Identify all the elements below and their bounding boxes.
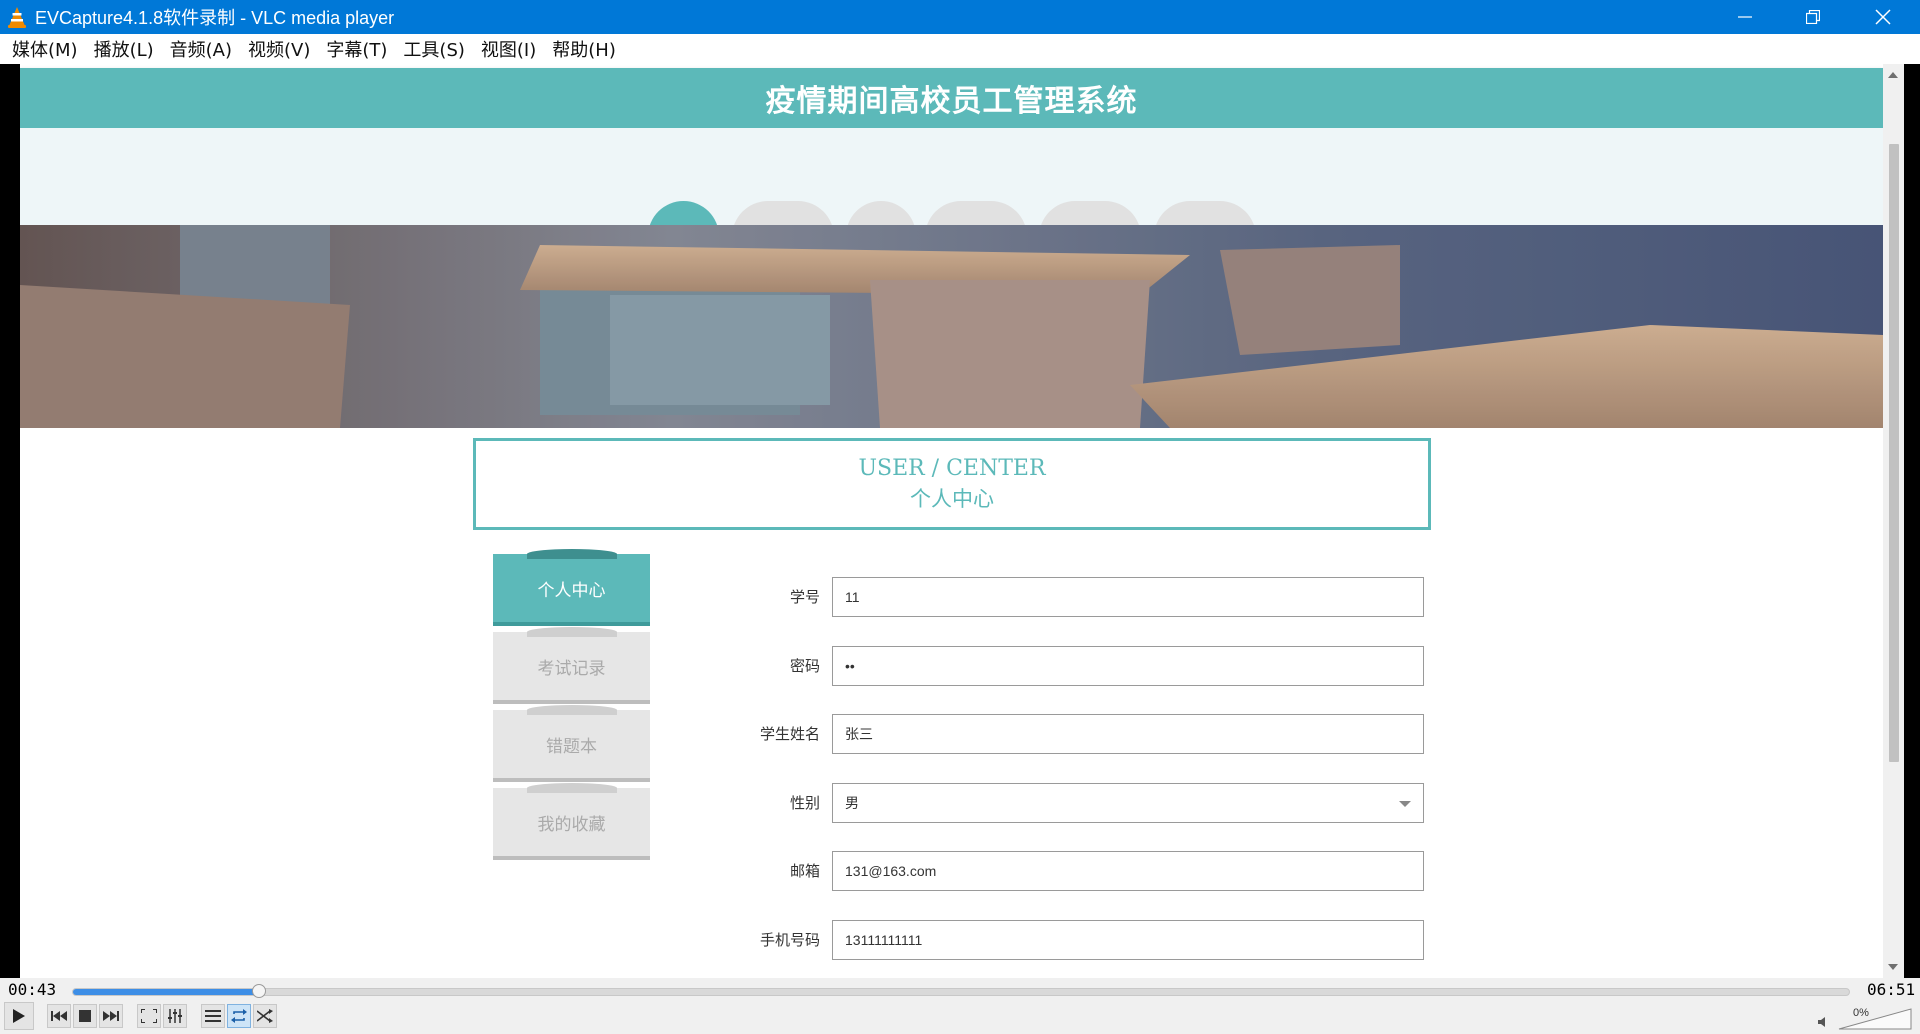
email-label: 邮箱 (789, 862, 820, 880)
minimize-icon (1738, 16, 1752, 18)
seek-handle[interactable] (251, 984, 266, 998)
stop-button[interactable] (73, 1004, 97, 1028)
scrollbar-thumb[interactable] (1889, 144, 1899, 762)
gender-select-value: 男 (845, 795, 859, 811)
menu-audio[interactable]: 音频(A) (162, 36, 240, 62)
fullscreen-button[interactable] (137, 1004, 161, 1028)
phone-label: 手机号码 (759, 931, 820, 949)
playlist-button[interactable] (201, 1004, 225, 1028)
close-button[interactable] (1848, 0, 1918, 34)
phone-input[interactable]: 13111111111 (832, 920, 1424, 960)
previous-button[interactable] (47, 1004, 71, 1028)
menu-view[interactable]: 视图(I) (473, 36, 544, 62)
sidebar-item-favorites[interactable]: 我的收藏 (493, 783, 650, 860)
menu-bar: 媒体(M) 播放(L) 音频(A) 视频(V) 字幕(T) 工具(S) 视图(I… (0, 34, 1920, 64)
menu-subtitle[interactable]: 字幕(T) (318, 36, 395, 62)
extended-settings-button[interactable] (163, 1004, 187, 1028)
form-row-password: 密码 •• (720, 646, 1424, 686)
web-page: 疫情期间高校员工管理系统 首页 课程信息 试卷 公告信息 个人中心 后台管理 (20, 64, 1883, 978)
user-center-title-cn: 个人中心 (910, 487, 994, 511)
form-row-phone: 手机号码 13111111111 (720, 920, 1424, 960)
gender-select[interactable]: 男 (832, 783, 1424, 823)
form-row-gender: 性别 男 (720, 783, 1424, 823)
student-name-input[interactable]: 张三 (832, 714, 1424, 754)
shuffle-button[interactable] (253, 1004, 277, 1028)
stop-icon (79, 1010, 91, 1022)
speaker-icon[interactable] (1818, 1016, 1830, 1028)
seek-progress (73, 989, 259, 995)
site-header: 疫情期间高校员工管理系统 (20, 68, 1883, 128)
sidebar-item-label: 个人中心 (537, 580, 606, 601)
form-row-email: 邮箱 131@163.com (720, 851, 1424, 891)
sidebar-item-wrong-questions[interactable]: 错题本 (493, 705, 650, 782)
classroom-banner-image (20, 225, 1883, 428)
loop-button[interactable] (227, 1004, 251, 1028)
scroll-down-icon[interactable] (1888, 964, 1898, 970)
volume-percent: 0% (1853, 1007, 1869, 1019)
user-center-title-en: USER / CENTER (858, 456, 1046, 481)
student-id-input[interactable]: 11 (832, 577, 1424, 617)
form-row-student-id: 学号 11 (720, 577, 1424, 617)
previous-icon (51, 1011, 67, 1021)
video-area[interactable]: 疫情期间高校员工管理系统 首页 课程信息 试卷 公告信息 个人中心 后台管理 (0, 64, 1920, 978)
restore-button[interactable] (1778, 0, 1848, 34)
user-center-heading: USER / CENTER 个人中心 (473, 438, 1431, 530)
sidebar-item-personal-center[interactable]: 个人中心 (493, 549, 650, 626)
vlc-cone-icon (8, 7, 26, 28)
form-row-student-name: 学生姓名 张三 (720, 714, 1424, 754)
page-scrollbar[interactable] (1883, 64, 1904, 978)
next-icon (103, 1011, 119, 1021)
loop-icon (231, 1009, 247, 1023)
menu-video[interactable]: 视频(V) (240, 36, 318, 62)
sidebar-item-label: 我的收藏 (537, 814, 606, 835)
menu-media[interactable]: 媒体(M) (4, 36, 86, 62)
close-icon (1875, 9, 1891, 25)
scroll-up-icon[interactable] (1888, 72, 1898, 78)
volume-slider[interactable] (1838, 1008, 1912, 1030)
window-title: EVCapture4.1.8软件录制 - VLC media player (35, 8, 395, 28)
gender-label: 性别 (789, 794, 820, 812)
window-title-bar: EVCapture4.1.8软件录制 - VLC media player (0, 0, 1920, 34)
total-time[interactable]: 06:51 (1867, 980, 1915, 999)
elapsed-time[interactable]: 00:43 (8, 980, 56, 999)
shuffle-icon (257, 1009, 273, 1023)
sidebar-item-exam-records[interactable]: 考试记录 (493, 627, 650, 704)
password-label: 密码 (789, 657, 820, 675)
menu-tools[interactable]: 工具(S) (395, 36, 472, 62)
minimize-button[interactable] (1710, 0, 1780, 34)
fullscreen-icon (141, 1009, 157, 1023)
password-input[interactable]: •• (832, 646, 1424, 686)
play-button[interactable] (4, 1002, 34, 1030)
email-input[interactable]: 131@163.com (832, 851, 1424, 891)
playlist-icon (205, 1010, 221, 1022)
restore-icon (1806, 10, 1820, 24)
next-button[interactable] (99, 1004, 123, 1028)
student-name-label: 学生姓名 (759, 725, 820, 743)
student-id-label: 学号 (789, 588, 820, 606)
seek-bar[interactable] (72, 984, 1850, 998)
sidebar-item-label: 考试记录 (537, 658, 606, 679)
menu-playback[interactable]: 播放(L) (86, 36, 162, 62)
extended-settings-icon (168, 1009, 182, 1023)
menu-help[interactable]: 帮助(H) (544, 36, 624, 62)
play-icon (13, 1009, 25, 1023)
chevron-down-icon (1399, 801, 1411, 807)
sidebar-item-label: 错题本 (546, 736, 597, 757)
site-title: 疫情期间高校员工管理系统 (765, 84, 1138, 119)
player-controls: 00:43 06:51 0% (0, 978, 1920, 1034)
